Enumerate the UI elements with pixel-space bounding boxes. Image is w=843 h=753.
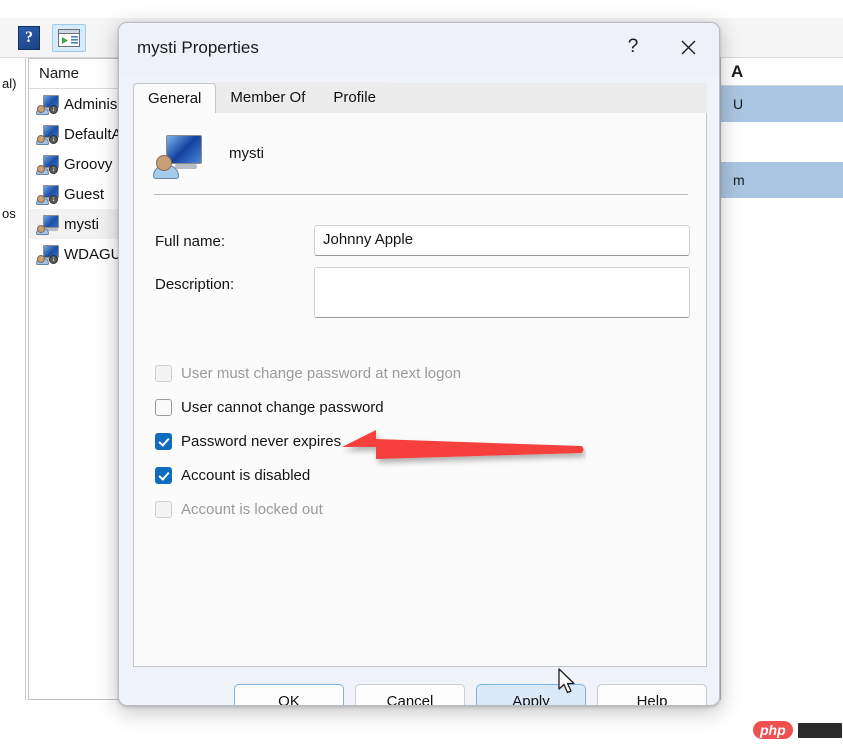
checkbox-label: Account is disabled (181, 467, 311, 484)
help-button[interactable]: Help (597, 684, 707, 705)
user-account-icon (36, 214, 59, 235)
list-item-label: Groovy (64, 155, 113, 173)
checkbox-box[interactable] (155, 467, 172, 484)
user-account-icon: ↓ (36, 154, 59, 175)
checkbox-account-is-locked-out: Account is locked out (155, 501, 323, 518)
checkbox-box (155, 501, 172, 518)
user-account-icon: ↓ (36, 184, 59, 205)
apply-button[interactable]: Apply (476, 684, 586, 705)
user-account-icon: ↓ (36, 124, 59, 145)
list-item-label: Adminis (64, 95, 118, 113)
tree-fragment-0: al) (2, 76, 17, 91)
checkbox-user-must-change-password: User must change password at next logon (155, 365, 461, 382)
account-name: mysti (229, 145, 264, 162)
list-item-label: mysti (64, 215, 99, 233)
help-icon-glyph: ? (18, 26, 40, 50)
actions-pane-gap (721, 122, 843, 162)
actions-pane-item[interactable]: m (721, 162, 843, 198)
console-tree-pane[interactable]: al) os (0, 58, 26, 700)
list-item-label: WDAGU (64, 245, 122, 263)
actions-pane-header: A (721, 58, 843, 86)
checkbox-label: Account is locked out (181, 501, 323, 518)
description-label: Description: (155, 276, 235, 293)
user-account-icon: ↓ (36, 94, 59, 115)
checkbox-label: Password never expires (181, 433, 342, 450)
pane-icon-svg (58, 29, 80, 47)
tab-profile[interactable]: Profile (319, 82, 390, 113)
description-input[interactable] (314, 267, 690, 318)
properties-dialog: mysti Properties ? General Member Of Pro… (118, 22, 720, 706)
user-account-icon: ↓ (36, 244, 59, 265)
checkbox-account-is-disabled[interactable]: Account is disabled (155, 467, 310, 484)
tabstrip: General Member Of Profile (133, 82, 707, 114)
actions-pane[interactable]: A U m (720, 58, 843, 700)
php-watermark-label: php (753, 721, 793, 739)
full-name-input[interactable]: Johnny Apple (314, 225, 690, 256)
dialog-title: mysti Properties (137, 38, 259, 57)
ok-button[interactable]: OK (234, 684, 344, 705)
help-icon[interactable]: ? (14, 24, 44, 52)
tree-fragment-1: os (2, 206, 16, 221)
general-tab-panel: mysti Full name: Johnny Apple Descriptio… (133, 113, 707, 667)
tab-general[interactable]: General (133, 83, 217, 114)
checkbox-label: User must change password at next logon (181, 365, 462, 382)
list-item-label: Guest (64, 185, 105, 203)
close-icon[interactable] (665, 23, 711, 71)
full-name-label: Full name: (155, 233, 226, 250)
list-item-label: DefaultA (64, 125, 122, 143)
watermark-wordmark (797, 722, 842, 738)
user-account-icon (153, 133, 202, 179)
checkbox-box[interactable] (155, 399, 172, 416)
checkbox-label: User cannot change password (181, 399, 384, 416)
dialog-titlebar[interactable]: mysti Properties ? (119, 23, 719, 75)
checkbox-box[interactable] (155, 433, 172, 450)
cancel-button[interactable]: Cancel (355, 684, 465, 705)
help-title-button[interactable]: ? (610, 23, 656, 71)
show-action-pane-icon[interactable] (52, 24, 86, 52)
tab-member-of[interactable]: Member Of (216, 82, 320, 113)
actions-pane-item[interactable]: U (721, 86, 843, 122)
checkbox-user-cannot-change-password[interactable]: User cannot change password (155, 399, 384, 416)
php-watermark: php (747, 707, 843, 753)
divider (154, 194, 688, 195)
checkbox-password-never-expires[interactable]: Password never expires (155, 433, 341, 450)
close-icon-svg (681, 40, 695, 54)
screen: ? al) os Name ↓ Adminis ↓ DefaultA ↓ Gro… (0, 0, 843, 753)
checkbox-box (155, 365, 172, 382)
